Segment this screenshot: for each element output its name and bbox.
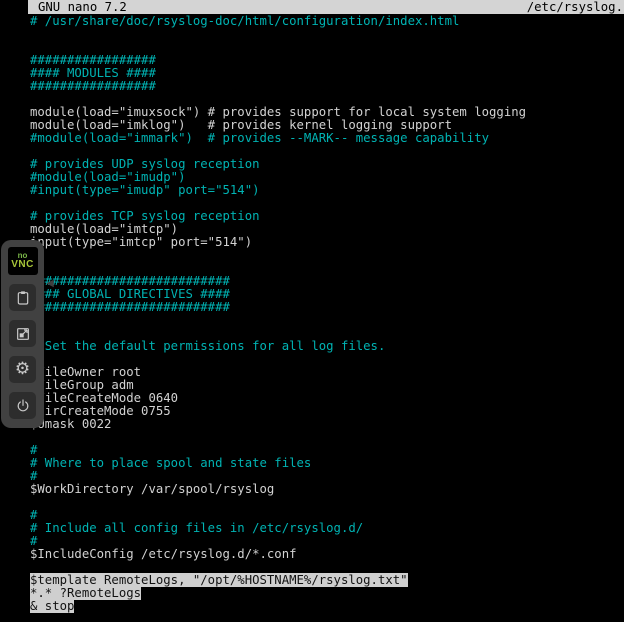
gear-icon: ⚙ — [15, 361, 30, 378]
editor-line: # Where to place spool and state files — [30, 457, 624, 470]
editor-line — [30, 249, 624, 262]
editor-line: # /usr/share/doc/rsyslog-doc/html/config… — [30, 15, 624, 28]
editor-line — [30, 28, 624, 41]
vnc-screen: GNU nano 7.2 /etc/rsyslog. # /usr/share/… — [0, 0, 624, 622]
novnc-logo-vnc: VNC — [11, 260, 34, 270]
editor-line: $Umask 0022 — [30, 418, 624, 431]
editor-line: ########################### — [30, 301, 624, 314]
editor-line — [30, 496, 624, 509]
editor-line: # Include all config files in /etc/rsysl… — [30, 522, 624, 535]
clipboard-icon — [15, 290, 31, 306]
nano-titlebar: GNU nano 7.2 /etc/rsyslog. — [28, 0, 624, 14]
chevron-left-icon: ◀ — [46, 278, 54, 289]
editor-line: *.* ?RemoteLogs — [30, 587, 624, 600]
fullscreen-button[interactable] — [9, 320, 36, 347]
editor-line: input(type="imtcp" port="514") — [30, 236, 624, 249]
editor-line: & stop — [30, 600, 624, 613]
nano-version-label: GNU nano 7.2 — [38, 0, 127, 14]
settings-button[interactable]: ⚙ — [9, 356, 36, 383]
editor-line: $DirCreateMode 0755 — [30, 405, 624, 418]
nano-terminal: GNU nano 7.2 /etc/rsyslog. # /usr/share/… — [28, 0, 624, 622]
novnc-logo: no VNC — [8, 247, 38, 275]
power-icon — [15, 398, 31, 414]
file-path-label: /etc/rsyslog. — [527, 0, 623, 14]
editor-line: ################# — [30, 80, 624, 93]
editor-buffer[interactable]: # /usr/share/doc/rsyslog-doc/html/config… — [28, 14, 624, 613]
novnc-control-bar: no VNC ⚙ — [1, 240, 44, 428]
editor-line: #module(load="immark") # provides --MARK… — [30, 132, 624, 145]
editor-line — [30, 314, 624, 327]
editor-line: # Set the default permissions for all lo… — [30, 340, 624, 353]
control-bar-handle[interactable]: ◀ — [44, 276, 56, 292]
power-button[interactable] — [9, 392, 36, 419]
clipboard-button[interactable] — [9, 284, 36, 311]
editor-line: $IncludeConfig /etc/rsyslog.d/*.conf — [30, 548, 624, 561]
editor-line: #input(type="imudp" port="514") — [30, 184, 624, 197]
fullscreen-icon — [15, 326, 31, 342]
editor-line — [30, 431, 624, 444]
editor-line: $WorkDirectory /var/spool/rsyslog — [30, 483, 624, 496]
